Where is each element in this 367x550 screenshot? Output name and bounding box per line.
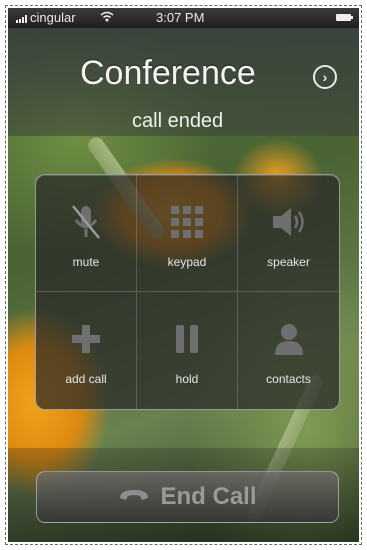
contacts-label: contacts (266, 372, 311, 386)
battery-icon (336, 14, 353, 21)
add-call-label: add call (65, 372, 107, 386)
speaker-icon (269, 201, 309, 243)
handset-icon (118, 487, 150, 508)
signal-strength-icon (16, 15, 27, 23)
mute-button[interactable]: mute (36, 175, 137, 292)
status-bar: cingular 3:07 PM (8, 8, 359, 28)
plus-icon (69, 318, 103, 360)
chevron-right-circle-icon[interactable]: › (313, 65, 337, 89)
call-status: call ended (132, 110, 224, 132)
pause-icon (171, 318, 203, 360)
mute-label: mute (72, 255, 100, 269)
hold-button[interactable]: hold (137, 292, 238, 409)
call-title: Conference (80, 54, 256, 92)
call-options-panel: mute keypad speaker add call hold contac… (35, 174, 340, 410)
add-call-button[interactable]: add call (36, 292, 137, 409)
keypad-label: keypad (167, 255, 207, 269)
status-time: 3:07 PM (156, 10, 205, 25)
contacts-button[interactable]: contacts (238, 292, 339, 409)
wifi-icon (100, 11, 114, 25)
call-header: Conference › call ended (8, 28, 359, 136)
phone-screen: cingular 3:07 PM Conference › call ended… (5, 5, 362, 545)
speaker-button[interactable]: speaker (238, 175, 339, 292)
end-call-button[interactable]: End Call (36, 471, 339, 523)
keypad-button[interactable]: keypad (137, 175, 238, 292)
hold-label: hold (175, 372, 199, 386)
end-call-label: End Call (160, 483, 257, 510)
microphone-muted-icon (69, 201, 103, 243)
keypad-grid-icon (169, 201, 205, 243)
person-icon (272, 318, 306, 360)
carrier-name: cingular (30, 10, 76, 25)
speaker-label: speaker (267, 255, 310, 269)
